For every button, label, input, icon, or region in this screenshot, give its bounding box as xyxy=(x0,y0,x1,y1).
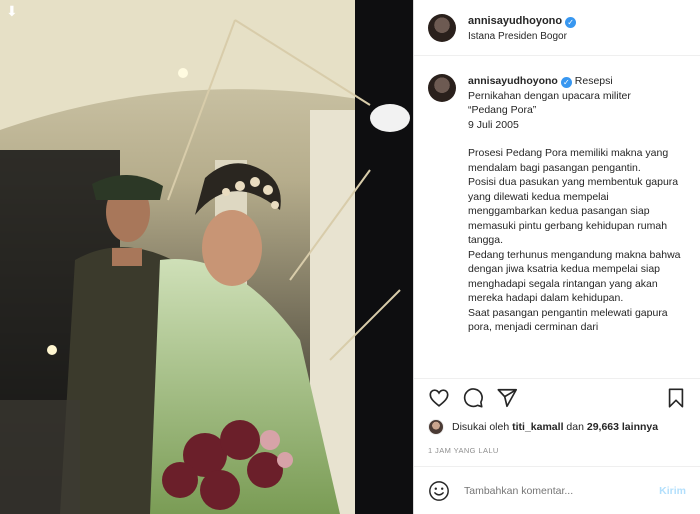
likes-summary: Disukai oleh titi_kamall dan 29,663 lain… xyxy=(414,416,700,438)
post-sidebar: annisayudhoyono ✓ Istana Presiden Bogor a… xyxy=(413,0,700,514)
liker-username[interactable]: titi_kamall xyxy=(512,421,563,433)
share-icon[interactable] xyxy=(496,387,518,409)
caption-line: Resepsi xyxy=(574,75,613,87)
comment-input[interactable] xyxy=(464,484,660,497)
add-comment-bar: Kirim xyxy=(414,466,700,514)
post-comment-button[interactable]: Kirim xyxy=(659,485,686,497)
likes-count[interactable]: 29,663 lainnya xyxy=(587,421,658,433)
caption-paragraph: Saat pasangan pengantin melewati gapura … xyxy=(468,306,668,334)
post-photo[interactable]: ⬇ xyxy=(0,0,413,514)
header-username[interactable]: annisayudhoyono xyxy=(468,15,562,27)
emoji-icon[interactable] xyxy=(428,480,450,502)
comment-icon[interactable] xyxy=(462,387,484,409)
post-timestamp[interactable]: 1 JAM YANG LALU xyxy=(414,438,700,466)
caption-line: Pernikahan dengan upacara militer xyxy=(468,89,631,102)
wedding-photo xyxy=(0,0,413,514)
likes-joiner: dan xyxy=(566,421,584,433)
caption-paragraph: Prosesi Pedang Pora memiliki makna yang … xyxy=(468,147,669,174)
post-header: annisayudhoyono ✓ Istana Presiden Bogor xyxy=(414,0,700,56)
caption-area: annisayudhoyono ✓ Resepsi Pernikahan deng… xyxy=(414,56,700,378)
caption: annisayudhoyono ✓ Resepsi Pernikahan deng… xyxy=(468,74,686,378)
header-text: annisayudhoyono ✓ Istana Presiden Bogor xyxy=(468,12,577,44)
caption-paragraph: Posisi dua pasukan yang membentuk gapura… xyxy=(468,176,679,246)
avatar[interactable] xyxy=(428,13,456,42)
verified-badge-icon: ✓ xyxy=(565,16,577,28)
action-bar xyxy=(414,378,700,416)
heart-icon[interactable] xyxy=(428,387,450,409)
bookmark-icon[interactable] xyxy=(666,387,686,409)
caption-line: 9 Juli 2005 xyxy=(468,118,519,131)
verified-badge-icon: ✓ xyxy=(560,77,572,88)
caption-paragraph: Pedang terhunus mengandung makna bahwa d… xyxy=(468,248,681,305)
caption-avatar[interactable] xyxy=(428,74,456,102)
arrow-down-icon: ⬇ xyxy=(6,4,18,20)
caption-username[interactable]: annisayudhoyono xyxy=(468,75,558,87)
caption-line: “Pedang Pora” xyxy=(468,104,537,116)
location-link[interactable]: Istana Presiden Bogor xyxy=(468,29,576,44)
instagram-post: ⬇ annisayudhoyono ✓ Istana Presiden Bogor… xyxy=(0,0,700,514)
liker-avatar[interactable] xyxy=(428,419,444,435)
caption-fade xyxy=(414,364,700,378)
likes-prefix: Disukai oleh xyxy=(452,421,510,433)
